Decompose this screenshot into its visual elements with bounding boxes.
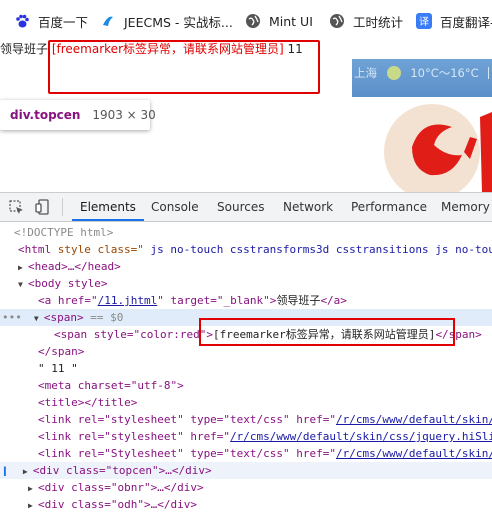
bookmark-worktime[interactable]: 工时统计: [329, 11, 403, 31]
tab-network[interactable]: Network: [283, 193, 333, 221]
tree-line-title[interactable]: <title></title>: [0, 394, 492, 411]
tab-memory[interactable]: Memory: [441, 193, 490, 221]
expanded-triangle-icon: ▼: [33, 314, 39, 323]
bookmark-jeecms[interactable]: JEECMS - 实战标...: [100, 11, 233, 31]
tree-line-link-1[interactable]: <link rel="stylesheet" type="text/css" h…: [0, 411, 492, 428]
leadership-link[interactable]: 领导班子: [0, 42, 48, 56]
page-viewport: 领导班子 [freemarker标签异常，请联系网站管理员] 11 上海 10°…: [0, 40, 492, 192]
weather-sun-icon: [386, 66, 401, 80]
tree-line-html[interactable]: <html style class=" js no-touch csstrans…: [0, 241, 492, 258]
tree-line-head[interactable]: ▶ <head>…</head>: [0, 258, 492, 275]
tab-console[interactable]: Console: [151, 193, 199, 221]
page-banner: 上海 10°C～16°C: [352, 59, 492, 192]
tree-line-link-2[interactable]: <link rel="stylesheet" href="/r/cms/www/…: [0, 428, 492, 445]
collapsed-triangle-icon: ▶: [18, 263, 23, 272]
tree-line-div-odh[interactable]: ▶ <div class="odh">…</div>: [0, 496, 492, 513]
bookmark-label: Mint UI: [269, 13, 313, 29]
svg-text:译: 译: [419, 16, 429, 28]
bookmark-baidu[interactable]: 百度一下: [14, 11, 88, 31]
expanded-triangle-icon: ▼: [18, 280, 23, 289]
more-options-icon: •••: [2, 311, 22, 324]
tab-sources[interactable]: Sources: [217, 193, 264, 221]
collapsed-triangle-icon: ▶: [22, 467, 28, 476]
tree-line-div-topcen[interactable]: ▍ ▶ <div class="topcen">…</div>: [0, 462, 492, 479]
tree-line-div-obnr[interactable]: ▶ <div class="obnr">…</div>: [0, 479, 492, 496]
bookmarks-bar: 百度一下 JEECMS - 实战标... Mint UI 工时统计 译 百度翻译…: [0, 0, 492, 40]
party-emblem-graphic: [384, 104, 492, 192]
tree-line-body[interactable]: ▼ <body style>: [0, 275, 492, 292]
tree-line-link-3[interactable]: <link rel="Stylesheet" type="text/css" h…: [0, 445, 492, 462]
bookmark-mint-ui[interactable]: Mint UI: [245, 11, 313, 31]
tooltip-size: 1903 × 30: [92, 108, 156, 122]
weather-temp: 10°C～16°C: [410, 66, 479, 80]
tree-line-anchor[interactable]: <a href="/11.jhtml" target="_blank">领导班子…: [0, 292, 492, 309]
devtools-tabbar: Elements Console Sources Network Perform…: [0, 193, 492, 222]
jeecms-logo-icon: [100, 13, 116, 29]
element-tooltip: div.topcen 1903 × 30: [0, 100, 156, 130]
devtools-panel: Elements Console Sources Network Perform…: [0, 192, 492, 515]
hover-marker-icon: ▍: [4, 467, 9, 476]
bookmark-label: 百度翻译-: [440, 14, 492, 30]
inspect-element-icon[interactable]: [9, 200, 24, 219]
tree-line-meta[interactable]: <meta charset="utf-8">: [0, 377, 492, 394]
divider: [488, 67, 490, 79]
tree-line-text-node[interactable]: " 11 ": [0, 360, 492, 377]
bookmark-baidu-translate[interactable]: 译 百度翻译-: [416, 11, 492, 31]
bookmark-label: 百度一下: [38, 14, 89, 30]
dom-tree: <!DOCTYPE html> <html style class=" js n…: [0, 223, 492, 516]
highlight-box: [48, 40, 320, 94]
globe-icon: [329, 13, 345, 29]
baidu-paw-icon: [14, 13, 30, 29]
tooltip-selector: div.topcen: [10, 108, 81, 122]
weather-city: 上海: [354, 66, 377, 80]
baidu-translate-icon: 译: [416, 13, 432, 29]
tree-line-doctype[interactable]: <!DOCTYPE html>: [0, 224, 492, 241]
collapsed-triangle-icon: ▶: [28, 501, 33, 510]
globe-icon: [245, 13, 261, 29]
tab-elements[interactable]: Elements: [72, 193, 144, 221]
collapsed-triangle-icon: ▶: [28, 484, 33, 493]
toolbar-divider: [62, 198, 63, 216]
device-toolbar-icon[interactable]: [35, 199, 51, 219]
weather-info: 上海 10°C～16°C: [352, 65, 490, 81]
bookmark-label: 工时统计: [353, 14, 404, 30]
bookmark-label: JEECMS - 实战标...: [124, 14, 233, 30]
tab-performance[interactable]: Performance: [351, 193, 427, 221]
highlight-box: [199, 318, 455, 346]
